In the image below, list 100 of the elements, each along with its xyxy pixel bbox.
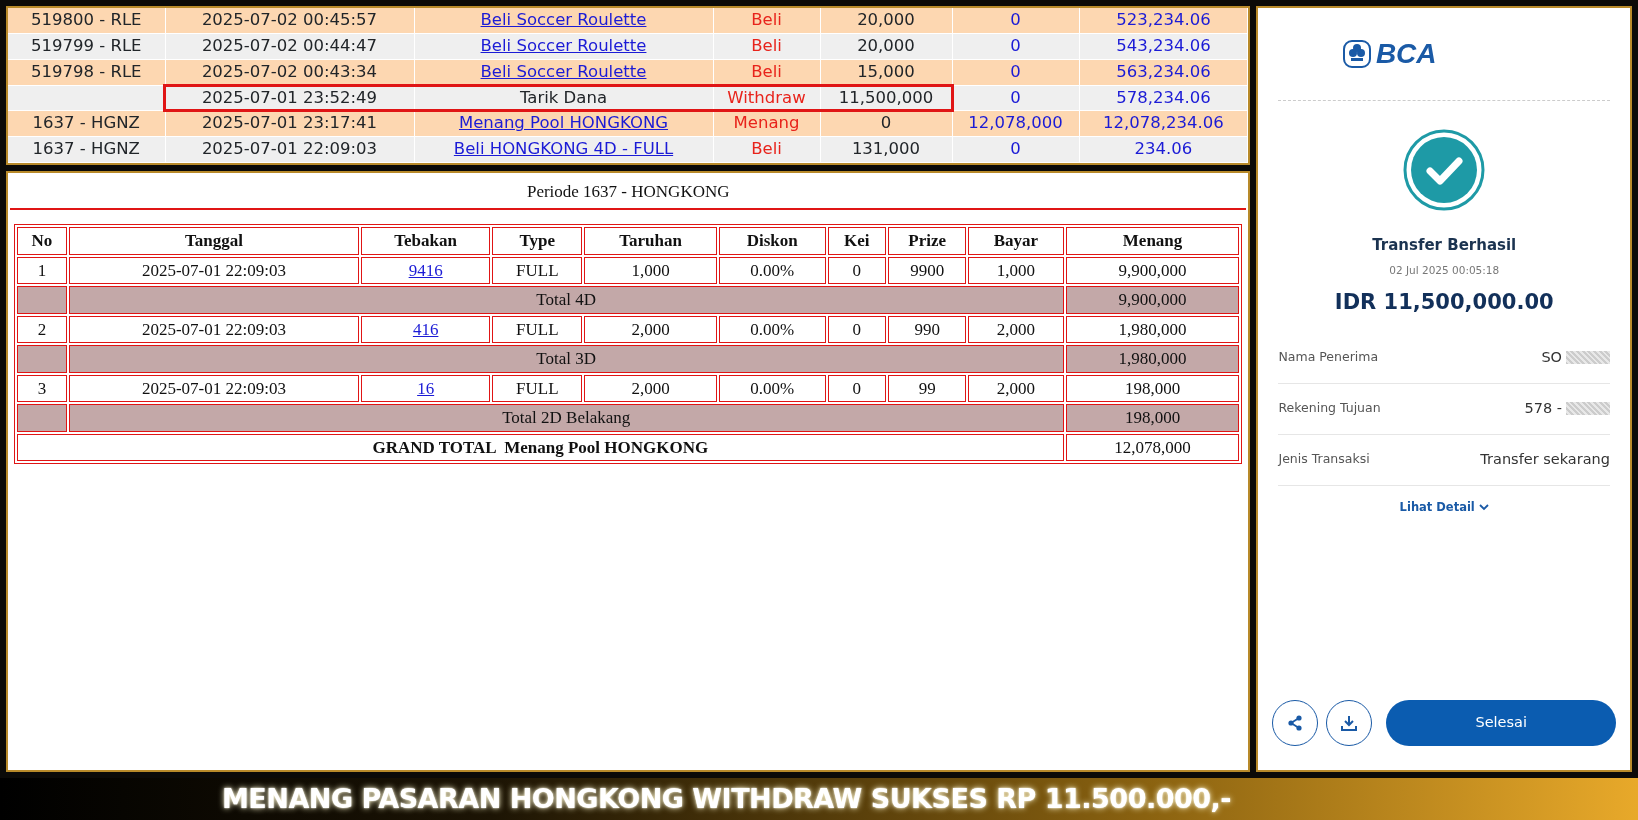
transaction-time: 2025-07-02 00:44:47 (201, 36, 378, 55)
balance-amount: 523,234.06 (1116, 10, 1211, 30)
column-header: Prize (887, 227, 967, 255)
table-cell: 1,000 (968, 256, 1064, 285)
description-text: Tarik Dana (520, 87, 607, 107)
detail-value: SO (1541, 347, 1562, 367)
transaction-type: Beli (751, 61, 782, 81)
table-cell: 0 (827, 374, 886, 403)
download-button[interactable] (1326, 700, 1373, 746)
table-cell: 2,000 (584, 315, 717, 344)
table-cell (17, 404, 67, 432)
table-cell: 99 (887, 374, 967, 403)
debit-amount: 0 (880, 113, 892, 133)
transfer-amount: IDR 11,500,000.00 (1334, 290, 1554, 314)
column-header: Tanggal (68, 227, 360, 255)
credit-amount: 0 (1010, 10, 1021, 30)
table-cell: 0.00% (718, 315, 826, 344)
debit-amount: 20,000 (857, 36, 915, 55)
table-cell: 9,900,000 (1065, 256, 1240, 285)
transfer-date: 02 Jul 2025 00:05:18 (1389, 264, 1500, 276)
column-header: No (17, 227, 67, 255)
table-cell (17, 345, 67, 373)
balance-amount: 234.06 (1134, 139, 1193, 158)
subtotal-label: Total 2D Belakang (68, 404, 1064, 432)
detail-value: Transfer sekarang (1480, 449, 1610, 469)
table-cell: 0.00% (718, 256, 826, 285)
credit-amount: 0 (1010, 87, 1021, 107)
table-cell: 1,000 (584, 256, 717, 285)
transaction-id: 1637 - HGNZ (32, 139, 140, 158)
detail-label: Rekening Tujuan (1278, 399, 1381, 418)
transaction-type: Beli (751, 10, 782, 30)
period-title: Periode 1637 - HONGKONG (10, 172, 1247, 211)
table-cell: 2025-07-01 22:09:03 (68, 374, 360, 403)
transaction-id: 1637 - HGNZ (32, 113, 140, 133)
detail-label: Jenis Transaksi (1278, 450, 1370, 469)
table-cell: 2,000 (968, 315, 1064, 344)
transaction-time: 2025-07-01 23:17:41 (201, 113, 378, 133)
transaction-type: Withdraw (727, 87, 806, 107)
detail-toggle[interactable]: Lihat Detail (1393, 497, 1495, 517)
success-check-icon (1403, 129, 1486, 211)
download-icon (1340, 714, 1359, 732)
table-cell: 198,000 (1065, 374, 1240, 403)
table-cell (17, 286, 67, 314)
table-cell: 990 (887, 315, 967, 344)
column-header: Taruhan (584, 227, 717, 255)
subtotal-value: 198,000 (1065, 404, 1240, 432)
credit-amount: 0 (1010, 139, 1021, 158)
debit-amount: 20,000 (857, 10, 915, 30)
status-title: Transfer Berhasil (1372, 236, 1517, 254)
done-button[interactable]: Selesai (1386, 700, 1616, 746)
transaction-id: 519800 - RLE (31, 10, 142, 30)
transaction-time: 2025-07-01 23:52:49 (201, 87, 378, 107)
transaction-time: 2025-07-01 22:09:03 (201, 139, 378, 158)
transaction-type: Beli (751, 139, 782, 158)
transaction-id: 519798 - RLE (31, 61, 142, 81)
debit-amount: 11,500,000 (838, 87, 934, 107)
column-header: Bayar (968, 227, 1064, 255)
table-cell: 0 (827, 315, 886, 344)
column-header: Diskon (718, 227, 826, 255)
debit-amount: 15,000 (857, 61, 915, 81)
table-cell: 0 (827, 256, 886, 285)
table-cell: 2025-07-01 22:09:03 (68, 315, 360, 344)
table-cell: FULL (492, 374, 583, 403)
balance-amount: 578,234.06 (1116, 87, 1211, 107)
table-cell: 0.00% (718, 374, 826, 403)
guess-link[interactable]: 16 (417, 378, 435, 398)
column-header: Kei (827, 227, 886, 255)
grand-total-label: GRAND TOTAL Menang Pool HONGKONG (17, 433, 1064, 462)
table-cell: 1 (17, 256, 67, 285)
table-cell: 2,000 (584, 374, 717, 403)
balance-amount: 563,234.06 (1116, 61, 1211, 81)
transaction-type: Beli (751, 36, 782, 55)
debit-amount: 131,000 (851, 139, 921, 158)
transaction-time: 2025-07-02 00:45:57 (201, 10, 378, 30)
balance-amount: 543,234.06 (1116, 36, 1211, 55)
guess-link[interactable]: 9416 (408, 260, 443, 280)
table-cell: 2025-07-01 22:09:03 (68, 256, 360, 285)
credit-amount: 12,078,000 (968, 113, 1063, 133)
table-cell: 1,980,000 (1065, 315, 1240, 344)
column-header: Menang (1065, 227, 1240, 255)
column-header: Type (492, 227, 583, 255)
subtotal-label: Total 3D (68, 345, 1064, 373)
share-button[interactable] (1272, 700, 1319, 746)
column-header: Tebakan (361, 227, 491, 255)
detail-value: 578 - (1524, 398, 1562, 418)
table-cell: 9900 (887, 256, 967, 285)
transaction-id: 519799 - RLE (31, 36, 142, 55)
guess-link[interactable]: 416 (412, 319, 439, 339)
table-cell: 2,000 (968, 374, 1064, 403)
transaction-time: 2025-07-02 00:43:34 (201, 61, 378, 81)
bank-logo: BCA (1341, 33, 1437, 75)
table-cell: FULL (492, 315, 583, 344)
chevron-down-icon (1478, 503, 1489, 511)
credit-amount: 0 (1010, 61, 1021, 81)
table-cell: FULL (492, 256, 583, 285)
table-cell: 3 (17, 374, 67, 403)
banner-text: MENANG PASARAN HONGKONG WITHDRAW SUKSES RP 11.500.000,- (222, 781, 1231, 816)
table-cell: 2 (17, 315, 67, 344)
subtotal-value: 9,900,000 (1065, 286, 1240, 314)
credit-amount: 0 (1010, 36, 1021, 55)
